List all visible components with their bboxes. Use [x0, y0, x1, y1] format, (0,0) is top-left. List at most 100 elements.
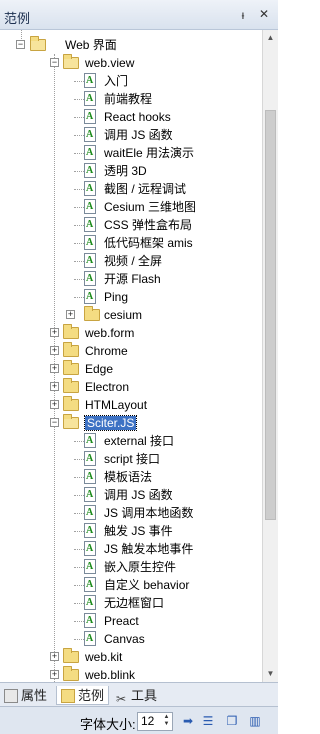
footer-toolbar: 字体大小: 12 ▲ ▼ ➡ ☰ ❐ ▥	[0, 706, 278, 734]
font-size-stepper[interactable]: 12 ▲ ▼	[137, 712, 173, 731]
tree-doc-item[interactable]: Ping	[0, 288, 262, 306]
tree-folder-item[interactable]: + HTMLayout	[0, 396, 262, 414]
scroll-down-icon[interactable]: ▼	[263, 666, 278, 682]
examples-icon	[61, 689, 75, 703]
tree-doc-item[interactable]: 调用 JS 函数	[0, 486, 262, 504]
tree-item-label: 透明 3D	[104, 164, 147, 178]
document-icon	[84, 91, 96, 106]
collapse-icon[interactable]: −	[50, 58, 59, 67]
panel-icon[interactable]: ▥	[247, 713, 263, 729]
pin-icon[interactable]: ᵼ	[236, 8, 250, 22]
document-icon	[84, 163, 96, 178]
tree-folder-item[interactable]: + cesium	[0, 306, 262, 324]
tree-item-label: Electron	[85, 380, 130, 394]
list-icon[interactable]: ☰	[200, 713, 216, 729]
expand-icon[interactable]: +	[66, 310, 75, 319]
panel-title: 范例	[4, 11, 31, 26]
tree-folder-item[interactable]: + Edge	[0, 360, 262, 378]
tree-item-label: Sciter.JS	[83, 415, 138, 431]
tree-folder-item[interactable]: − web.view	[0, 54, 262, 72]
tree-item-label: Preact	[104, 614, 139, 628]
tree-item-label: CSS 弹性盒布局	[104, 218, 193, 232]
tree-doc-item[interactable]: Cesium 三维地图	[0, 198, 262, 216]
tree-doc-item[interactable]: 透明 3D	[0, 162, 262, 180]
document-icon	[84, 73, 96, 88]
tree-doc-item[interactable]: 触发 JS 事件	[0, 522, 262, 540]
document-icon	[84, 541, 96, 556]
document-icon	[84, 127, 96, 142]
tree-item-label: Chrome	[85, 344, 128, 358]
tree-doc-item[interactable]: JS 调用本地函数	[0, 504, 262, 522]
tree-doc-item[interactable]: 嵌入原生控件	[0, 558, 262, 576]
tree-doc-item[interactable]: 模板语法	[0, 468, 262, 486]
expand-icon[interactable]: +	[50, 670, 59, 679]
tree-doc-item[interactable]: 前端教程	[0, 90, 262, 108]
font-size-label: 字体大小:	[80, 717, 136, 732]
folder-icon	[63, 648, 79, 663]
expand-icon[interactable]: +	[50, 364, 59, 373]
tree-doc-item[interactable]: 入门	[0, 72, 262, 90]
expand-icon[interactable]: +	[50, 652, 59, 661]
expand-icon[interactable]: +	[50, 346, 59, 355]
expand-icon[interactable]: +	[50, 382, 59, 391]
document-icon	[84, 217, 96, 232]
examples-tree[interactable]: −Web 界面−web.view入门前端教程React hooks调用 JS 函…	[0, 30, 262, 682]
folder-icon	[63, 54, 79, 69]
tree-folder-item[interactable]: + Chrome	[0, 342, 262, 360]
close-icon[interactable]: ✕	[257, 7, 271, 21]
folder-icon	[63, 324, 79, 339]
tree-item-label: script 接口	[104, 452, 161, 466]
book-icon[interactable]: ❐	[224, 713, 240, 729]
tree-item-label: 触发 JS 事件	[104, 524, 173, 538]
vertical-scrollbar[interactable]: ▲ ▼	[262, 30, 278, 682]
go-arrow-icon[interactable]: ➡	[180, 713, 196, 729]
tree-item-label: web.blink	[85, 668, 136, 682]
collapse-icon[interactable]: −	[16, 40, 25, 49]
tree-item-label: Canvas	[104, 632, 145, 646]
document-icon	[84, 595, 96, 610]
tree-doc-item[interactable]: JS 触发本地事件	[0, 540, 262, 558]
folder-icon	[63, 342, 79, 357]
tree-folder-item[interactable]: + web.form	[0, 324, 262, 342]
tree-folder-item[interactable]: − Web 界面	[0, 36, 262, 54]
tree-folder-item[interactable]: − Sciter.JS	[0, 414, 262, 432]
tab-tools[interactable]: ✂ 工具	[114, 686, 157, 706]
expand-icon[interactable]: +	[50, 400, 59, 409]
tree-doc-item[interactable]: React hooks	[0, 108, 262, 126]
tree-folder-item[interactable]: + Electron	[0, 378, 262, 396]
scroll-up-icon[interactable]: ▲	[263, 30, 278, 46]
tree-doc-item[interactable]: 视频 / 全屏	[0, 252, 262, 270]
spin-icon[interactable]: ▲ ▼	[162, 714, 171, 729]
collapse-icon[interactable]: −	[50, 418, 59, 427]
tree-doc-item[interactable]: 截图 / 远程调试	[0, 180, 262, 198]
tree-doc-item[interactable]: 低代码框架 amis	[0, 234, 262, 252]
tree-doc-item[interactable]: Canvas	[0, 630, 262, 648]
tab-properties[interactable]: 属性	[4, 686, 47, 705]
expand-icon[interactable]: +	[50, 328, 59, 337]
tree-doc-item[interactable]: waitEle 用法演示	[0, 144, 262, 162]
tree-item-label: waitEle 用法演示	[104, 146, 195, 160]
tree-item-label: Ping	[104, 290, 129, 304]
document-icon	[84, 109, 96, 124]
tree-item-label: HTMLayout	[85, 398, 148, 412]
tree-item-label: 截图 / 远程调试	[104, 182, 187, 196]
tree-item-label: web.kit	[85, 650, 123, 664]
tree-doc-item[interactable]: 无边框窗口	[0, 594, 262, 612]
tree-doc-item[interactable]: 调用 JS 函数	[0, 126, 262, 144]
tree-doc-item[interactable]: CSS 弹性盒布局	[0, 216, 262, 234]
document-icon	[84, 199, 96, 214]
tab-examples[interactable]: 范例	[56, 686, 110, 705]
document-icon	[84, 487, 96, 502]
tree-folder-item[interactable]: + web.kit	[0, 648, 262, 666]
document-icon	[84, 433, 96, 448]
property-icon	[4, 689, 18, 703]
tree-doc-item[interactable]: external 接口	[0, 432, 262, 450]
document-icon	[84, 613, 96, 628]
tree-doc-item[interactable]: 开源 Flash	[0, 270, 262, 288]
panel-titlebar: 范例 ᵼ ✕	[0, 0, 278, 30]
tree-doc-item[interactable]: script 接口	[0, 450, 262, 468]
tree-doc-item[interactable]: Preact	[0, 612, 262, 630]
tree-doc-item[interactable]: 自定义 behavior	[0, 576, 262, 594]
scroll-thumb[interactable]	[265, 110, 276, 520]
tree-folder-item[interactable]: + web.blink	[0, 666, 262, 682]
